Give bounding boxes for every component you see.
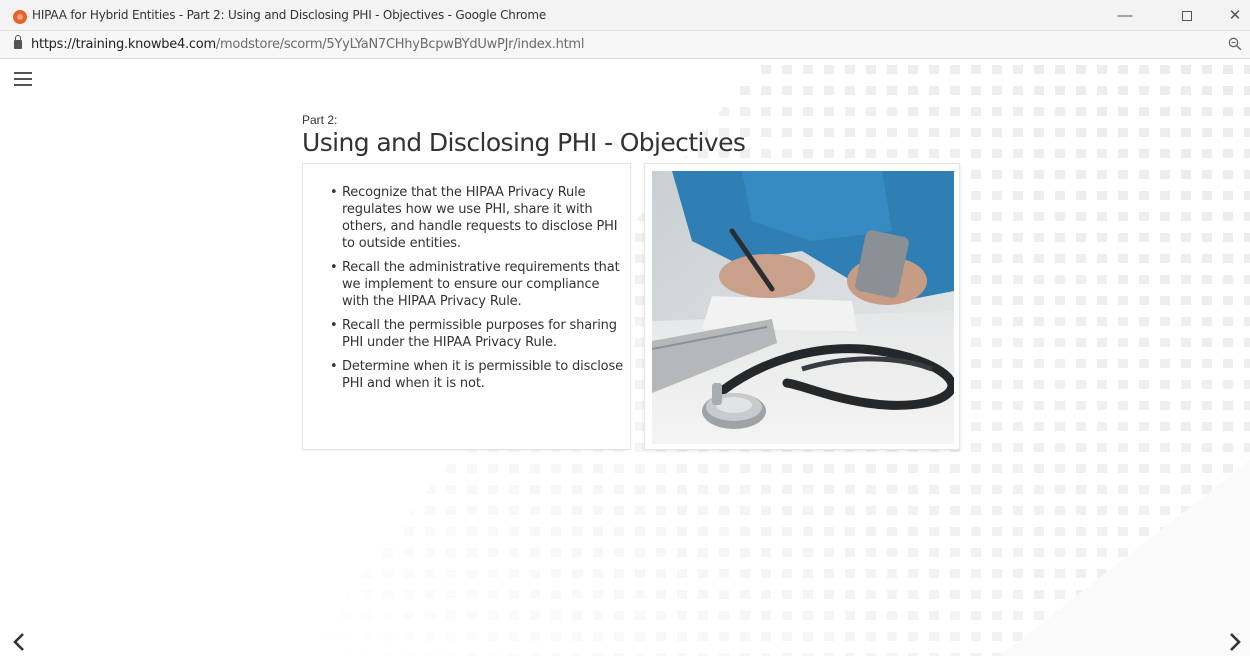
- minimize-button[interactable]: —: [1106, 0, 1144, 31]
- next-slide-button[interactable]: [1226, 631, 1244, 653]
- objective-item: Recall the administrative requirements t…: [327, 259, 623, 310]
- hamburger-icon-bar: [14, 78, 32, 80]
- lock-icon: [14, 35, 22, 49]
- restore-icon: [1182, 11, 1192, 21]
- knowbe4-favicon-icon: [13, 10, 27, 24]
- course-slide: Part 2: Using and Disclosing PHI - Objec…: [0, 60, 1250, 656]
- objective-item: Determine when it is permissible to disc…: [327, 358, 623, 392]
- browser-title-bar: HIPAA for Hybrid Entities - Part 2: Usin…: [0, 0, 1250, 31]
- url-path: /modstore/scorm/5YyLYaN7CHhyBcpwBYdUwPJr…: [215, 37, 585, 52]
- magnifier-icon[interactable]: [1228, 37, 1242, 51]
- previous-slide-button[interactable]: [10, 631, 28, 653]
- objectives-list: Recognize that the HIPAA Privacy Rule re…: [327, 184, 623, 399]
- page-title: Using and Disclosing PHI - Objectives: [302, 128, 746, 157]
- maximize-button[interactable]: [1168, 0, 1206, 31]
- image-card: [644, 163, 960, 450]
- chevron-right-icon: [1230, 633, 1241, 651]
- part-label: Part 2:: [302, 113, 338, 127]
- url-text[interactable]: https://training.knowbe4.com/modstore/sc…: [31, 37, 584, 52]
- hamburger-icon-bar: [14, 84, 32, 86]
- stethoscope-photo: [652, 171, 954, 444]
- close-icon: ✕: [1228, 7, 1242, 24]
- objective-item: Recall the permissible purposes for shar…: [327, 317, 623, 351]
- menu-button[interactable]: [14, 72, 32, 88]
- window-title: HIPAA for Hybrid Entities - Part 2: Usin…: [32, 8, 546, 22]
- hamburger-icon-bar: [14, 72, 32, 74]
- url-base: https://training.knowbe4.com: [31, 37, 216, 52]
- chevron-left-icon: [13, 633, 24, 651]
- close-button[interactable]: ✕: [1216, 0, 1250, 31]
- objectives-card: Recognize that the HIPAA Privacy Rule re…: [302, 163, 631, 450]
- minimize-icon: —: [1117, 7, 1133, 24]
- address-bar[interactable]: https://training.knowbe4.com/modstore/sc…: [0, 31, 1250, 59]
- objective-item: Recognize that the HIPAA Privacy Rule re…: [327, 184, 623, 252]
